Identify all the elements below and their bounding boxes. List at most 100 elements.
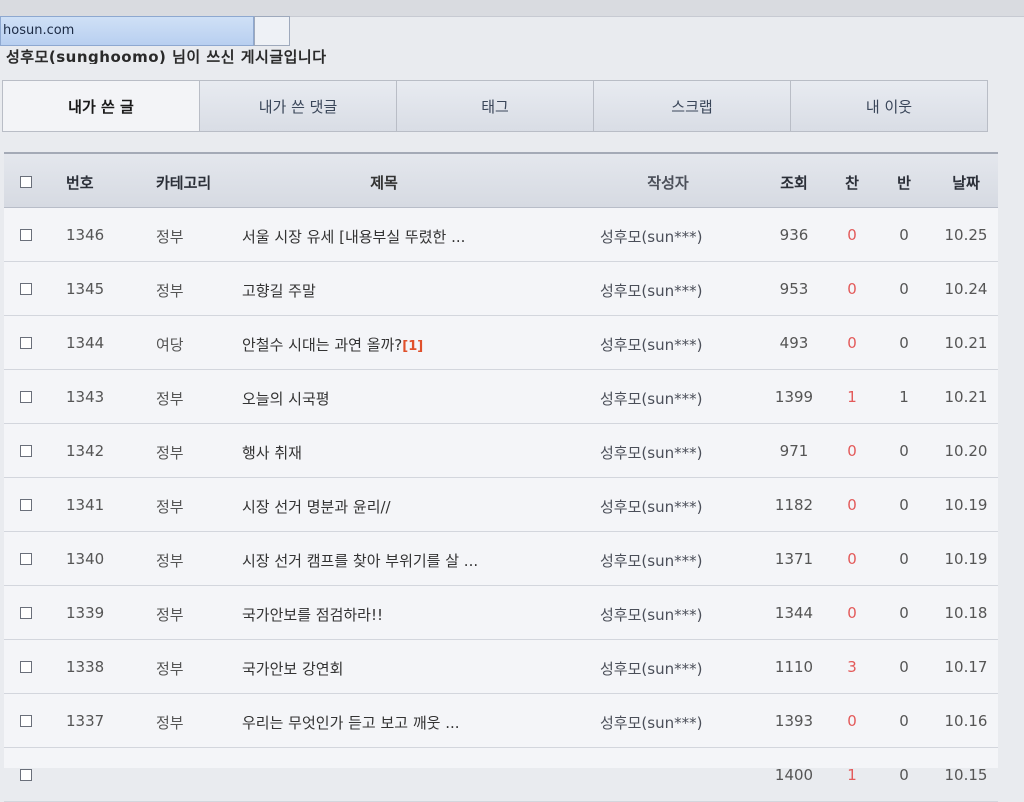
row-date: 10.18 <box>944 604 988 622</box>
row-date: 10.19 <box>944 550 988 568</box>
row-title-text[interactable]: 시장 선거 명분과 윤리// <box>242 498 391 516</box>
row-title-link[interactable]: 국가안보를 점검하라!! <box>242 604 582 625</box>
new-tab-button[interactable] <box>254 16 290 46</box>
tab-my-comments[interactable]: 내가 쓴 댓글 <box>200 81 397 131</box>
column-header-no[interactable]: 번호 <box>66 172 126 193</box>
column-header-views[interactable]: 조회 <box>770 172 818 193</box>
row-title-link[interactable]: 국가안보 강연회 <box>242 658 582 679</box>
row-author[interactable]: 성후모(sun***) <box>600 496 750 517</box>
column-header-title[interactable]: 제목 <box>234 172 534 193</box>
row-checkbox[interactable] <box>20 283 32 295</box>
row-title-text[interactable]: 오늘의 시국평 <box>242 390 330 408</box>
row-title-text[interactable]: 국가안보를 점검하라!! <box>242 606 383 624</box>
row-title-text[interactable]: 시장 선거 캠프를 찾아 부위기를 살 ... <box>242 552 478 570</box>
row-author[interactable]: 성후모(sun***) <box>600 334 750 355</box>
tab-scrap[interactable]: 스크랩 <box>594 81 791 131</box>
row-down-votes: 1 <box>899 388 909 406</box>
column-header-up[interactable]: 찬 <box>840 172 864 193</box>
row-checkbox[interactable] <box>20 715 32 727</box>
column-header-category[interactable]: 카테고리 <box>156 172 216 193</box>
column-header-date[interactable]: 날짜 <box>938 172 994 193</box>
row-author[interactable]: 성후모(sun***) <box>600 388 750 409</box>
row-date: 10.21 <box>944 388 988 406</box>
row-views: 936 <box>779 226 809 244</box>
row-title-link[interactable]: 시장 선거 명분과 윤리// <box>242 496 582 517</box>
row-number: 1344 <box>66 334 105 352</box>
row-views: 493 <box>779 334 809 352</box>
row-down-votes: 0 <box>899 712 909 730</box>
tab-tags[interactable]: 태그 <box>397 81 594 131</box>
row-number: 1341 <box>66 496 105 514</box>
row-down-votes: 0 <box>899 550 909 568</box>
row-checkbox[interactable] <box>20 499 32 511</box>
row-title-text[interactable]: 고향길 주말 <box>242 282 316 300</box>
row-down-votes: 0 <box>899 442 909 460</box>
row-title-link[interactable]: 고향길 주말 <box>242 280 582 301</box>
row-number: 1342 <box>66 442 105 460</box>
row-comment-count[interactable]: [1] <box>402 339 423 354</box>
row-number: 1345 <box>66 280 105 298</box>
row-category: 정부 <box>156 390 184 408</box>
row-checkbox[interactable] <box>20 607 32 619</box>
post-list-table: 번호 카테고리 제목 작성자 조회 찬 반 날짜 1346 정부 서울 시장 유… <box>4 152 998 802</box>
row-title-link[interactable]: 행사 취재 <box>242 442 582 463</box>
browser-top-strip <box>0 0 1024 17</box>
row-title-text[interactable]: 우리는 무엇인가 듣고 보고 깨웃 ... <box>242 714 460 732</box>
row-checkbox[interactable] <box>20 229 32 241</box>
row-title-link[interactable]: 시장 선거 캠프를 찾아 부위기를 살 ... <box>242 550 582 571</box>
row-author[interactable]: 성후모(sun***) <box>600 604 750 625</box>
table-header: 번호 카테고리 제목 작성자 조회 찬 반 날짜 <box>4 152 998 208</box>
row-title-text[interactable]: 행사 취재 <box>242 444 302 462</box>
row-checkbox[interactable] <box>20 661 32 673</box>
row-author[interactable]: 성후모(sun***) <box>600 280 750 301</box>
row-down-votes: 0 <box>899 334 909 352</box>
row-title-text[interactable]: 안철수 시대는 과연 올까? <box>242 336 402 354</box>
table-row: 1344 여당 안철수 시대는 과연 올까?[1] 성후모(sun***) 49… <box>4 316 998 370</box>
row-number: 1340 <box>66 550 105 568</box>
row-down-votes: 0 <box>899 496 909 514</box>
row-date: 10.21 <box>944 334 988 352</box>
row-author[interactable]: 성후모(sun***) <box>600 442 750 463</box>
table-row: 1340 정부 시장 선거 캠프를 찾아 부위기를 살 ... 성후모(sun*… <box>4 532 998 586</box>
row-title-link[interactable]: 오늘의 시국평 <box>242 388 582 409</box>
row-views: 971 <box>779 442 809 460</box>
row-checkbox[interactable] <box>20 391 32 403</box>
row-checkbox[interactable] <box>20 553 32 565</box>
row-author[interactable]: 성후모(sun***) <box>600 226 750 247</box>
row-checkbox[interactable] <box>20 337 32 349</box>
row-title-link[interactable]: 서울 시장 유세 [내용부실 뚜렸한 ... <box>242 226 582 247</box>
row-views: 953 <box>779 280 809 298</box>
table-row: 1338 정부 국가안보 강연회 성후모(sun***) 1110 3 0 10… <box>4 640 998 694</box>
row-author[interactable]: 성후모(sun***) <box>600 658 750 679</box>
tab-my-posts[interactable]: 내가 쓴 글 <box>3 81 200 131</box>
tab-neighbors[interactable]: 내 이웃 <box>791 81 987 131</box>
column-header-author[interactable]: 작성자 <box>608 172 728 193</box>
row-author[interactable]: 성후모(sun***) <box>600 550 750 571</box>
row-date: 10.17 <box>944 658 988 676</box>
row-number: 1339 <box>66 604 105 622</box>
table-row: 1337 정부 우리는 무엇인가 듣고 보고 깨웃 ... 성후모(sun***… <box>4 694 998 748</box>
row-title-link[interactable]: 우리는 무엇인가 듣고 보고 깨웃 ... <box>242 712 582 733</box>
row-up-votes: 0 <box>847 334 857 352</box>
column-header-down[interactable]: 반 <box>892 172 916 193</box>
select-all-checkbox[interactable] <box>20 176 32 188</box>
row-up-votes: 0 <box>847 550 857 568</box>
browser-url-tab[interactable]: hosun.com <box>0 16 254 46</box>
row-down-votes: 0 <box>899 604 909 622</box>
row-category: 정부 <box>156 660 184 678</box>
profile-tabs: 내가 쓴 글 내가 쓴 댓글 태그 스크랩 내 이웃 <box>2 80 988 132</box>
row-number: 1343 <box>66 388 105 406</box>
row-title-link[interactable]: 안철수 시대는 과연 올까?[1] <box>242 334 582 355</box>
row-up-votes: 0 <box>847 604 857 622</box>
row-author[interactable]: 성후모(sun***) <box>600 712 750 733</box>
row-title-text[interactable]: 국가안보 강연회 <box>242 660 343 678</box>
row-views: 1344 <box>774 604 814 622</box>
row-number: 1346 <box>66 226 105 244</box>
row-category: 정부 <box>156 714 184 732</box>
row-date: 10.15 <box>944 766 988 784</box>
row-category: 정부 <box>156 228 184 246</box>
row-checkbox[interactable] <box>20 445 32 457</box>
row-title-text[interactable]: 서울 시장 유세 [내용부실 뚜렸한 ... <box>242 228 465 246</box>
row-checkbox[interactable] <box>20 769 32 781</box>
row-up-votes: 0 <box>847 496 857 514</box>
